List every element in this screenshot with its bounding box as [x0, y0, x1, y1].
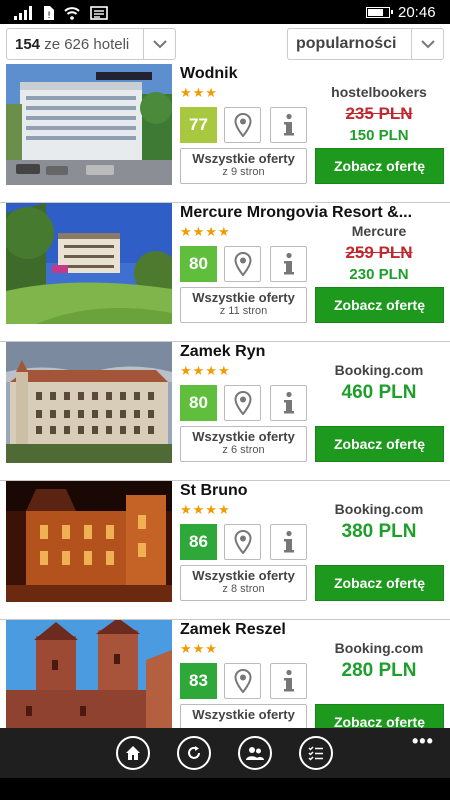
- refresh-button[interactable]: [177, 736, 211, 770]
- info-icon: [283, 252, 294, 275]
- offer-provider: hostelbookers: [331, 84, 427, 100]
- hotel-name[interactable]: Wodnik: [180, 65, 435, 83]
- map-pin-button[interactable]: [224, 663, 261, 699]
- refresh-icon: [188, 746, 200, 759]
- map-pin-icon: [233, 113, 252, 137]
- rating-score: 77: [180, 107, 217, 143]
- map-pin-icon: [233, 252, 252, 276]
- hotel-card[interactable]: Wodnik ★★★ 77 Wszystkie oferty z 9 stron…: [0, 64, 450, 203]
- hotel-photo[interactable]: [6, 620, 172, 728]
- app-bar: •••: [0, 728, 450, 778]
- offer-provider: Mercure: [351, 223, 407, 239]
- info-icon: [283, 113, 294, 136]
- offer-provider: Booking.com: [334, 640, 424, 656]
- hotel-name[interactable]: Zamek Reszel: [180, 621, 435, 639]
- status-time: 20:46: [398, 4, 436, 21]
- see-offer-button[interactable]: Zobacz ofertę: [315, 565, 444, 601]
- map-pin-button[interactable]: [224, 385, 261, 421]
- chevron-down-icon: [411, 29, 443, 59]
- price: 380 PLN: [341, 521, 417, 542]
- results-count-text: 154 ze 626 hoteli: [15, 35, 130, 53]
- all-offers-button[interactable]: Wszystkie oferty z 6 stron: [180, 426, 307, 462]
- wifi-icon: [64, 7, 80, 20]
- star-rating: ★★★★: [180, 502, 231, 517]
- status-bar: ! 20:46: [0, 0, 450, 24]
- home-icon: [126, 746, 140, 760]
- hotel-card[interactable]: Zamek Ryn ★★★★ 80 Wszystkie oferty z 6 s…: [0, 342, 450, 481]
- app-content: 154 ze 626 hoteli popularności Wodnik ★★…: [0, 24, 450, 728]
- no-sim-icon: !: [44, 6, 54, 20]
- map-pin-icon: [233, 530, 252, 554]
- map-pin-icon: [233, 669, 252, 693]
- hotel-photo[interactable]: [6, 64, 172, 185]
- old-price: 259 PLN: [345, 243, 413, 262]
- rating-score: 80: [180, 385, 217, 421]
- hotel-photo[interactable]: [6, 342, 172, 463]
- map-pin-icon: [233, 391, 252, 415]
- info-icon: [283, 391, 294, 414]
- hotel-card[interactable]: Mercure Mrongovia Resort &... ★★★★ 80 Ws…: [0, 203, 450, 342]
- hotel-list: Wodnik ★★★ 77 Wszystkie oferty z 9 stron…: [0, 64, 450, 728]
- svg-text:!: !: [47, 11, 51, 20]
- offer-provider: Booking.com: [334, 501, 424, 517]
- price: 460 PLN: [341, 382, 417, 403]
- price: 230 PLN: [349, 266, 409, 283]
- see-offer-button[interactable]: Zobacz ofertę: [315, 148, 444, 184]
- more-options-button[interactable]: •••: [412, 731, 434, 752]
- all-offers-button[interactable]: Wszystkie oferty: [180, 704, 307, 728]
- map-pin-button[interactable]: [224, 524, 261, 560]
- hotel-name[interactable]: St Bruno: [180, 482, 435, 500]
- checklist-icon: [308, 746, 323, 761]
- system-nav-bar: [0, 778, 450, 800]
- people-button[interactable]: [238, 736, 272, 770]
- price: 150 PLN: [349, 127, 409, 144]
- info-icon: [283, 530, 294, 553]
- rating-score: 83: [180, 663, 217, 699]
- map-pin-button[interactable]: [224, 246, 261, 282]
- info-button[interactable]: [270, 107, 307, 143]
- info-icon: [283, 669, 294, 692]
- battery-icon: [366, 7, 393, 18]
- all-offers-button[interactable]: Wszystkie oferty z 8 stron: [180, 565, 307, 601]
- results-count-dropdown[interactable]: 154 ze 626 hoteli: [6, 28, 176, 60]
- info-button[interactable]: [270, 524, 307, 560]
- hotel-card[interactable]: St Bruno ★★★★ 86 Wszystkie oferty z 8 st…: [0, 481, 450, 620]
- star-rating: ★★★: [180, 85, 218, 100]
- old-price: 235 PLN: [345, 104, 413, 123]
- all-offers-button[interactable]: Wszystkie oferty z 9 stron: [180, 148, 307, 184]
- info-button[interactable]: [270, 385, 307, 421]
- hotel-name[interactable]: Mercure Mrongovia Resort &...: [180, 204, 435, 222]
- home-button[interactable]: [116, 736, 150, 770]
- rating-score: 86: [180, 524, 217, 560]
- sort-dropdown[interactable]: popularności: [287, 28, 444, 60]
- all-offers-button[interactable]: Wszystkie oferty z 11 stron: [180, 287, 307, 323]
- hotel-photo[interactable]: [6, 203, 172, 324]
- chevron-down-icon: [143, 29, 175, 59]
- people-icon: [246, 747, 264, 760]
- star-rating: ★★★★: [180, 363, 231, 378]
- hotel-photo[interactable]: [6, 481, 172, 602]
- info-button[interactable]: [270, 246, 307, 282]
- signal-icon: [14, 6, 32, 20]
- see-offer-button[interactable]: Zobacz ofertę: [315, 426, 444, 462]
- see-offer-button[interactable]: Zobacz ofertę: [315, 704, 444, 728]
- offer-provider: Booking.com: [334, 362, 424, 378]
- see-offer-button[interactable]: Zobacz ofertę: [315, 287, 444, 323]
- price: 280 PLN: [341, 660, 417, 681]
- hotel-card[interactable]: Zamek Reszel ★★★ 83 Wszystkie oferty Boo…: [0, 620, 450, 728]
- filter-bar: 154 ze 626 hoteli popularności: [0, 24, 450, 64]
- info-button[interactable]: [270, 663, 307, 699]
- hotel-name[interactable]: Zamek Ryn: [180, 343, 435, 361]
- rating-score: 80: [180, 246, 217, 282]
- message-icon: [90, 6, 108, 20]
- sort-label: popularności: [296, 35, 397, 52]
- star-rating: ★★★: [180, 641, 218, 656]
- star-rating: ★★★★: [180, 224, 231, 239]
- map-pin-button[interactable]: [224, 107, 261, 143]
- checklist-button[interactable]: [299, 736, 333, 770]
